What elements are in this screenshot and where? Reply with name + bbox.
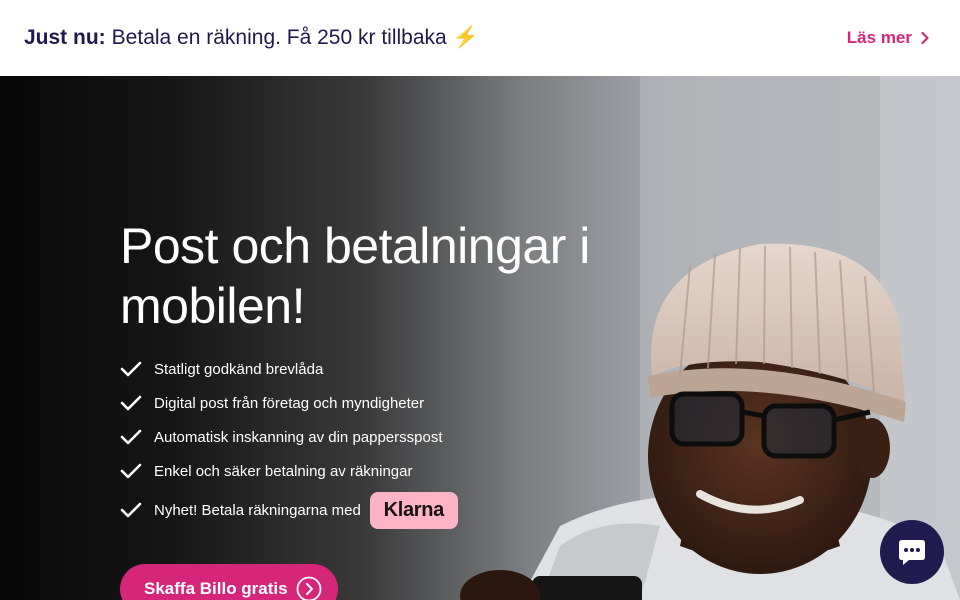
cta-label: Skaffa Billo gratis bbox=[144, 579, 288, 598]
read-more-label: Läs mer bbox=[846, 28, 912, 47]
get-billo-button[interactable]: Skaffa Billo gratis bbox=[120, 564, 338, 600]
checkmark-icon bbox=[120, 361, 142, 377]
chat-button[interactable] bbox=[880, 520, 944, 584]
checkmark-icon bbox=[120, 502, 142, 518]
feature-text: Digital post från företag och myndighete… bbox=[154, 394, 425, 412]
arrow-circle-right-icon bbox=[296, 576, 322, 600]
feature-text: Statligt godkänd brevlåda bbox=[154, 360, 324, 378]
feature-item: Statligt godkänd brevlåda bbox=[120, 352, 458, 386]
feature-item-klarna: Nyhet! Betala räkningarna med Klarna bbox=[120, 488, 458, 532]
checkmark-icon bbox=[120, 395, 142, 411]
hero-title: Post och betalningar i mobilen! bbox=[120, 218, 590, 334]
announcement-prefix: Just nu: bbox=[24, 26, 106, 49]
feature-item: Digital post från företag och myndighete… bbox=[120, 386, 458, 420]
feature-item: Automatisk inskanning av din pappersspos… bbox=[120, 420, 458, 454]
feature-item: Enkel och säker betalning av räkningar bbox=[120, 454, 458, 488]
checkmark-icon bbox=[120, 429, 142, 445]
announcement-message: Betala en räkning. Få 250 kr tillbaka ⚡ bbox=[111, 26, 479, 49]
feature-text: Automatisk inskanning av din pappersspos… bbox=[154, 428, 443, 446]
announcement-bar: Just nu: Betala en räkning. Få 250 kr til… bbox=[0, 0, 960, 76]
hero-section: Post och betalningar i mobilen! Statligt… bbox=[0, 76, 960, 600]
announcement-text: Just nu: Betala en räkning. Få 250 kr til… bbox=[24, 26, 479, 50]
checkmark-icon bbox=[120, 463, 142, 479]
feature-text: Enkel och säker betalning av räkningar bbox=[154, 462, 413, 480]
feature-text: Nyhet! Betala räkningarna med bbox=[154, 501, 361, 519]
klarna-logo: Klarna bbox=[369, 491, 458, 529]
chevron-right-icon bbox=[921, 31, 929, 45]
feature-list: Statligt godkänd brevlåda Digital post f… bbox=[120, 352, 458, 532]
chat-bubble-icon bbox=[899, 540, 925, 565]
read-more-link[interactable]: Läs mer bbox=[847, 28, 932, 48]
